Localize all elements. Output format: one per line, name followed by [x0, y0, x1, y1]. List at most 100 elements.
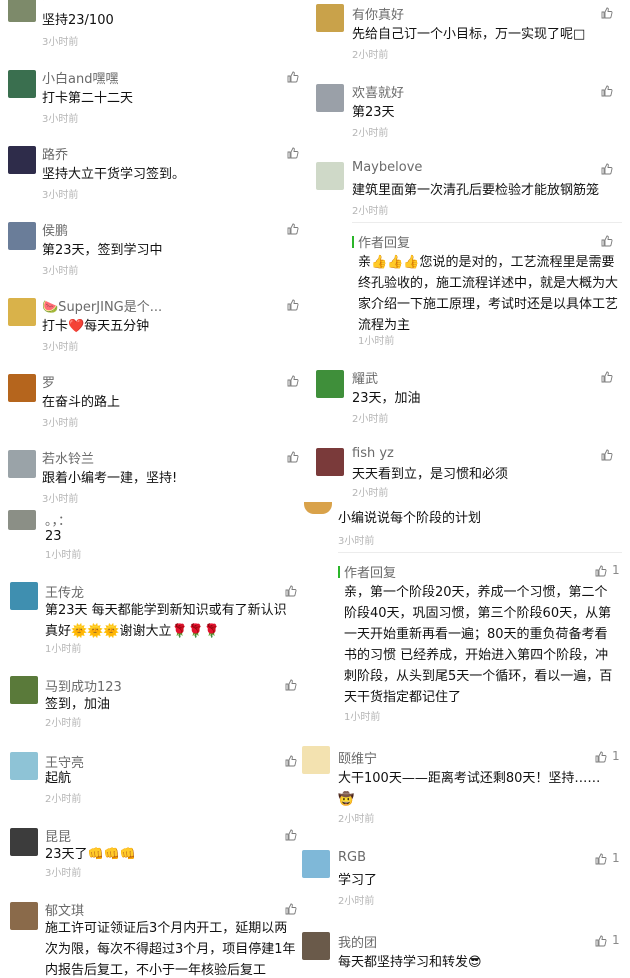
avatar[interactable] [10, 828, 38, 856]
avatar[interactable] [302, 850, 330, 878]
comment-time: 2小时前 [352, 128, 389, 139]
avatar[interactable] [8, 70, 36, 98]
comment-text: 在奋斗的路上 [42, 395, 121, 410]
commenter-name[interactable]: 颐维宁 [338, 748, 377, 767]
comment-text: 小编说说每个阶段的计划 [338, 511, 482, 526]
commenter-name[interactable]: fish yz [352, 446, 394, 461]
avatar[interactable] [10, 676, 38, 704]
comment-time: 1小时前 [45, 550, 82, 561]
comment-time: 3小时前 [42, 37, 79, 48]
avatar[interactable] [10, 752, 38, 780]
thumbs-up-icon[interactable] [600, 448, 614, 462]
avatar[interactable] [316, 84, 344, 112]
avatar[interactable] [316, 370, 344, 398]
avatar[interactable] [302, 932, 330, 960]
comment-text: 第23天 [352, 105, 395, 120]
avatar[interactable] [8, 0, 36, 22]
like-count: 1 [612, 933, 620, 947]
thumbs-up-icon[interactable] [600, 162, 614, 176]
avatar[interactable] [8, 374, 36, 402]
commenter-name[interactable]: 小白and嘿嘿 [42, 68, 118, 87]
avatar[interactable] [302, 746, 330, 774]
commenter-name[interactable]: 郁文琪 [45, 900, 84, 919]
thumbs-up-icon[interactable] [600, 6, 614, 20]
thumbs-up-icon[interactable] [286, 222, 300, 236]
thumbs-up-icon[interactable] [594, 564, 608, 578]
thumbs-up-icon[interactable] [286, 70, 300, 84]
comment-time: 2小时前 [352, 488, 389, 499]
thumbs-up-icon[interactable] [284, 678, 298, 692]
comment-item: 昆昆 23天了👊👊👊 3小时前 [0, 824, 306, 884]
comment-time: 2小时前 [338, 814, 375, 825]
commenter-name[interactable]: 若水铃兰 [42, 448, 94, 467]
thumbs-up-icon[interactable] [594, 750, 608, 764]
commenter-name[interactable]: 我的团 [338, 932, 377, 951]
commenter-name[interactable]: Maybelove [352, 160, 422, 175]
comment-time: 3小时前 [338, 536, 375, 547]
thumbs-up-icon[interactable] [600, 234, 614, 248]
commenter-name[interactable]: 🍉SuperJING是个... [42, 296, 162, 315]
thumbs-up-icon[interactable] [284, 828, 298, 842]
comment-item: 耀武 23天，加油 2小时前 [306, 366, 630, 426]
comment-text: 23 [45, 529, 62, 544]
avatar[interactable] [304, 502, 332, 514]
reply-time: 1小时前 [344, 712, 381, 723]
comment-item: 侯鹏 第23天，签到学习中 3小时前 [0, 216, 306, 277]
thumbs-up-icon[interactable] [286, 298, 300, 312]
like-count: 1 [612, 563, 620, 577]
comment-item: 小白and嘿嘿 打卡第二十二天 3小时前 [0, 64, 306, 125]
commenter-name[interactable]: RGB [338, 850, 366, 865]
avatar[interactable] [10, 902, 38, 930]
thumbs-up-icon[interactable] [600, 370, 614, 384]
commenter-name[interactable]: 马到成功123 [45, 676, 122, 695]
avatar[interactable] [10, 582, 38, 610]
comment-text: 第23天，签到学习中 [42, 243, 163, 258]
author-reply-label: 作者回复 [344, 566, 397, 581]
commenter-name[interactable]: 江 [42, 0, 55, 3]
comment-item: 有你真好 先给自己订一个小目标，万一实现了呢□ 2小时前 [306, 0, 630, 62]
avatar[interactable] [8, 146, 36, 174]
thumbs-up-icon[interactable] [284, 754, 298, 768]
comment-item: 郁文琪 施工许可证领证后3个月内开工，延期以两次为限，每次不得超过3个月，项目停… [0, 898, 306, 978]
avatar[interactable] [8, 298, 36, 326]
thumbs-up-icon[interactable] [284, 902, 298, 916]
avatar[interactable] [8, 450, 36, 478]
divider [352, 222, 622, 223]
comment-time: 2小时前 [338, 896, 375, 907]
comment-time: 3小时前 [42, 494, 79, 505]
comment-time: 3小时前 [42, 418, 79, 429]
thumbs-up-icon[interactable] [594, 934, 608, 948]
avatar[interactable] [316, 4, 344, 32]
avatar[interactable] [8, 222, 36, 250]
comment-text: 先给自己订一个小目标，万一实现了呢□ [352, 27, 586, 42]
comment-item: 马到成功123 签到，加油 2小时前 [0, 672, 306, 732]
comment-text: 每天都坚持学习和转发😎 [338, 955, 482, 970]
commenter-name[interactable]: 侯鹏 [42, 220, 68, 239]
avatar[interactable] [316, 162, 344, 190]
commenter-name[interactable]: 王传龙 [45, 582, 84, 601]
comment-item: 江 坚持23/100 3小时前 [0, 0, 306, 48]
commenter-name[interactable]: 耀武 [352, 368, 378, 387]
commenter-name[interactable]: 欢喜就好 [352, 82, 404, 101]
comment-item: 颐维宁 1 大干100天——距离考试还剩80天！坚持……🤠 2小时前 [302, 746, 630, 826]
thumbs-up-icon[interactable] [286, 450, 300, 464]
thumbs-up-icon[interactable] [594, 852, 608, 866]
comment-item: 。，： 23 1小时前 [0, 508, 306, 564]
commenter-name[interactable]: 路乔 [42, 144, 68, 163]
comment-item: 小编说说每个阶段的计划 3小时前 作者回复 1 亲，第一个阶段20天，养成一个习… [304, 502, 630, 728]
thumbs-up-icon[interactable] [286, 374, 300, 388]
comment-text: 23天，加油 [352, 391, 421, 406]
avatar[interactable] [316, 448, 344, 476]
comment-text: 第23天 每天都能学到新知识或有了新认识 真好🌞🌞🌞谢谢大立🌹🌹🌹 [45, 603, 287, 639]
comment-item: 🍉SuperJING是个... 打卡❤️每天五分钟 3小时前 [0, 292, 306, 353]
comment-item: Maybelove 建筑里面第一次清孔后要检验才能放钢筋笼 2小时前 作者回复 … [306, 158, 630, 348]
thumbs-up-icon[interactable] [286, 146, 300, 160]
thumbs-up-icon[interactable] [284, 584, 298, 598]
commenter-name[interactable]: 有你真好 [352, 4, 404, 23]
thumbs-up-icon[interactable] [600, 84, 614, 98]
avatar[interactable] [8, 510, 36, 530]
commenter-name[interactable]: 昆昆 [45, 826, 71, 845]
comment-item: RGB 1 学习了 2小时前 [302, 848, 630, 908]
commenter-name[interactable]: 罗 [42, 372, 55, 391]
comment-text: 起航 [45, 771, 72, 786]
